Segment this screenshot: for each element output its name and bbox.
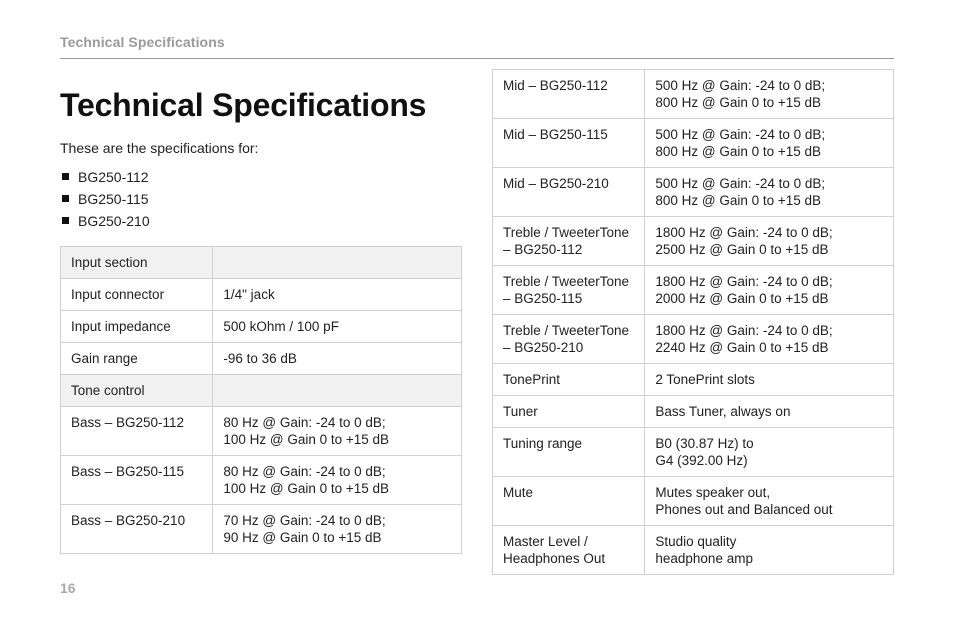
spec-label: Input connector [61,279,213,311]
spec-label: Bass – BG250-115 [61,456,213,505]
spec-value: 80 Hz @ Gain: -24 to 0 dB; 100 Hz @ Gain… [213,407,462,456]
spec-value: 500 kOhm / 100 pF [213,311,462,343]
left-column: Technical Specifications These are the s… [60,69,462,575]
list-item: BG250-210 [60,210,462,232]
table-row: MuteMutes speaker out, Phones out and Ba… [493,477,894,526]
table-row: Master Level / Headphones OutStudio qual… [493,526,894,575]
table-row: Input impedance500 kOhm / 100 pF [61,311,462,343]
table-row: Mid – BG250-112500 Hz @ Gain: -24 to 0 d… [493,70,894,119]
table-row: Mid – BG250-115500 Hz @ Gain: -24 to 0 d… [493,119,894,168]
page: Technical Specifications Technical Speci… [0,0,954,618]
table-row: Tone control [61,375,462,407]
spec-label: Tone control [61,375,213,407]
right-column: Mid – BG250-112500 Hz @ Gain: -24 to 0 d… [492,69,894,575]
table-row: Bass – BG250-11280 Hz @ Gain: -24 to 0 d… [61,407,462,456]
spec-value [213,247,462,279]
spec-label: Master Level / Headphones Out [493,526,645,575]
spec-value: Bass Tuner, always on [645,396,894,428]
spec-label: Treble / TweeterTone – BG250-112 [493,217,645,266]
spec-table-left: Input sectionInput connector1/4" jackInp… [60,246,462,554]
spec-label: Mid – BG250-112 [493,70,645,119]
spec-value [213,375,462,407]
spec-value: 1800 Hz @ Gain: -24 to 0 dB; 2000 Hz @ G… [645,266,894,315]
model-list: BG250-112 BG250-115 BG250-210 [60,166,462,232]
spec-label: Tuner [493,396,645,428]
page-number: 16 [60,580,76,596]
spec-label: Mid – BG250-210 [493,168,645,217]
header-rule [60,58,894,59]
columns: Technical Specifications These are the s… [60,69,894,575]
table-row: TonePrint2 TonePrint slots [493,364,894,396]
spec-value: 1/4" jack [213,279,462,311]
spec-label: Treble / TweeterTone – BG250-115 [493,266,645,315]
spec-label: Input section [61,247,213,279]
spec-value: 500 Hz @ Gain: -24 to 0 dB; 800 Hz @ Gai… [645,70,894,119]
spec-value: 500 Hz @ Gain: -24 to 0 dB; 800 Hz @ Gai… [645,119,894,168]
spec-label: Input impedance [61,311,213,343]
spec-label: Bass – BG250-112 [61,407,213,456]
table-row: Bass – BG250-11580 Hz @ Gain: -24 to 0 d… [61,456,462,505]
table-row: TunerBass Tuner, always on [493,396,894,428]
spec-table-right-body: Mid – BG250-112500 Hz @ Gain: -24 to 0 d… [493,70,894,575]
table-row: Tuning rangeB0 (30.87 Hz) to G4 (392.00 … [493,428,894,477]
spec-label: Bass – BG250-210 [61,505,213,554]
spec-value: 70 Hz @ Gain: -24 to 0 dB; 90 Hz @ Gain … [213,505,462,554]
table-row: Gain range-96 to 36 dB [61,343,462,375]
spec-value: Studio quality headphone amp [645,526,894,575]
spec-label: Mid – BG250-115 [493,119,645,168]
list-item: BG250-112 [60,166,462,188]
spec-value: Mutes speaker out, Phones out and Balanc… [645,477,894,526]
table-row: Treble / TweeterTone – BG250-1121800 Hz … [493,217,894,266]
table-row: Treble / TweeterTone – BG250-2101800 Hz … [493,315,894,364]
table-row: Input connector1/4" jack [61,279,462,311]
spec-value: -96 to 36 dB [213,343,462,375]
intro-text: These are the specifications for: [60,140,462,156]
spec-label: Gain range [61,343,213,375]
spec-label: Treble / TweeterTone – BG250-210 [493,315,645,364]
list-item: BG250-115 [60,188,462,210]
table-row: Treble / TweeterTone – BG250-1151800 Hz … [493,266,894,315]
page-title: Technical Specifications [60,87,462,124]
running-header: Technical Specifications [60,34,894,50]
table-row: Mid – BG250-210500 Hz @ Gain: -24 to 0 d… [493,168,894,217]
spec-label: Tuning range [493,428,645,477]
spec-table-left-body: Input sectionInput connector1/4" jackInp… [61,247,462,554]
spec-value: 80 Hz @ Gain: -24 to 0 dB; 100 Hz @ Gain… [213,456,462,505]
spec-value: 500 Hz @ Gain: -24 to 0 dB; 800 Hz @ Gai… [645,168,894,217]
table-row: Bass – BG250-21070 Hz @ Gain: -24 to 0 d… [61,505,462,554]
spec-value: 1800 Hz @ Gain: -24 to 0 dB; 2500 Hz @ G… [645,217,894,266]
spec-value: 2 TonePrint slots [645,364,894,396]
spec-table-right: Mid – BG250-112500 Hz @ Gain: -24 to 0 d… [492,69,894,575]
spec-label: Mute [493,477,645,526]
spec-label: TonePrint [493,364,645,396]
table-row: Input section [61,247,462,279]
spec-value: B0 (30.87 Hz) to G4 (392.00 Hz) [645,428,894,477]
spec-value: 1800 Hz @ Gain: -24 to 0 dB; 2240 Hz @ G… [645,315,894,364]
